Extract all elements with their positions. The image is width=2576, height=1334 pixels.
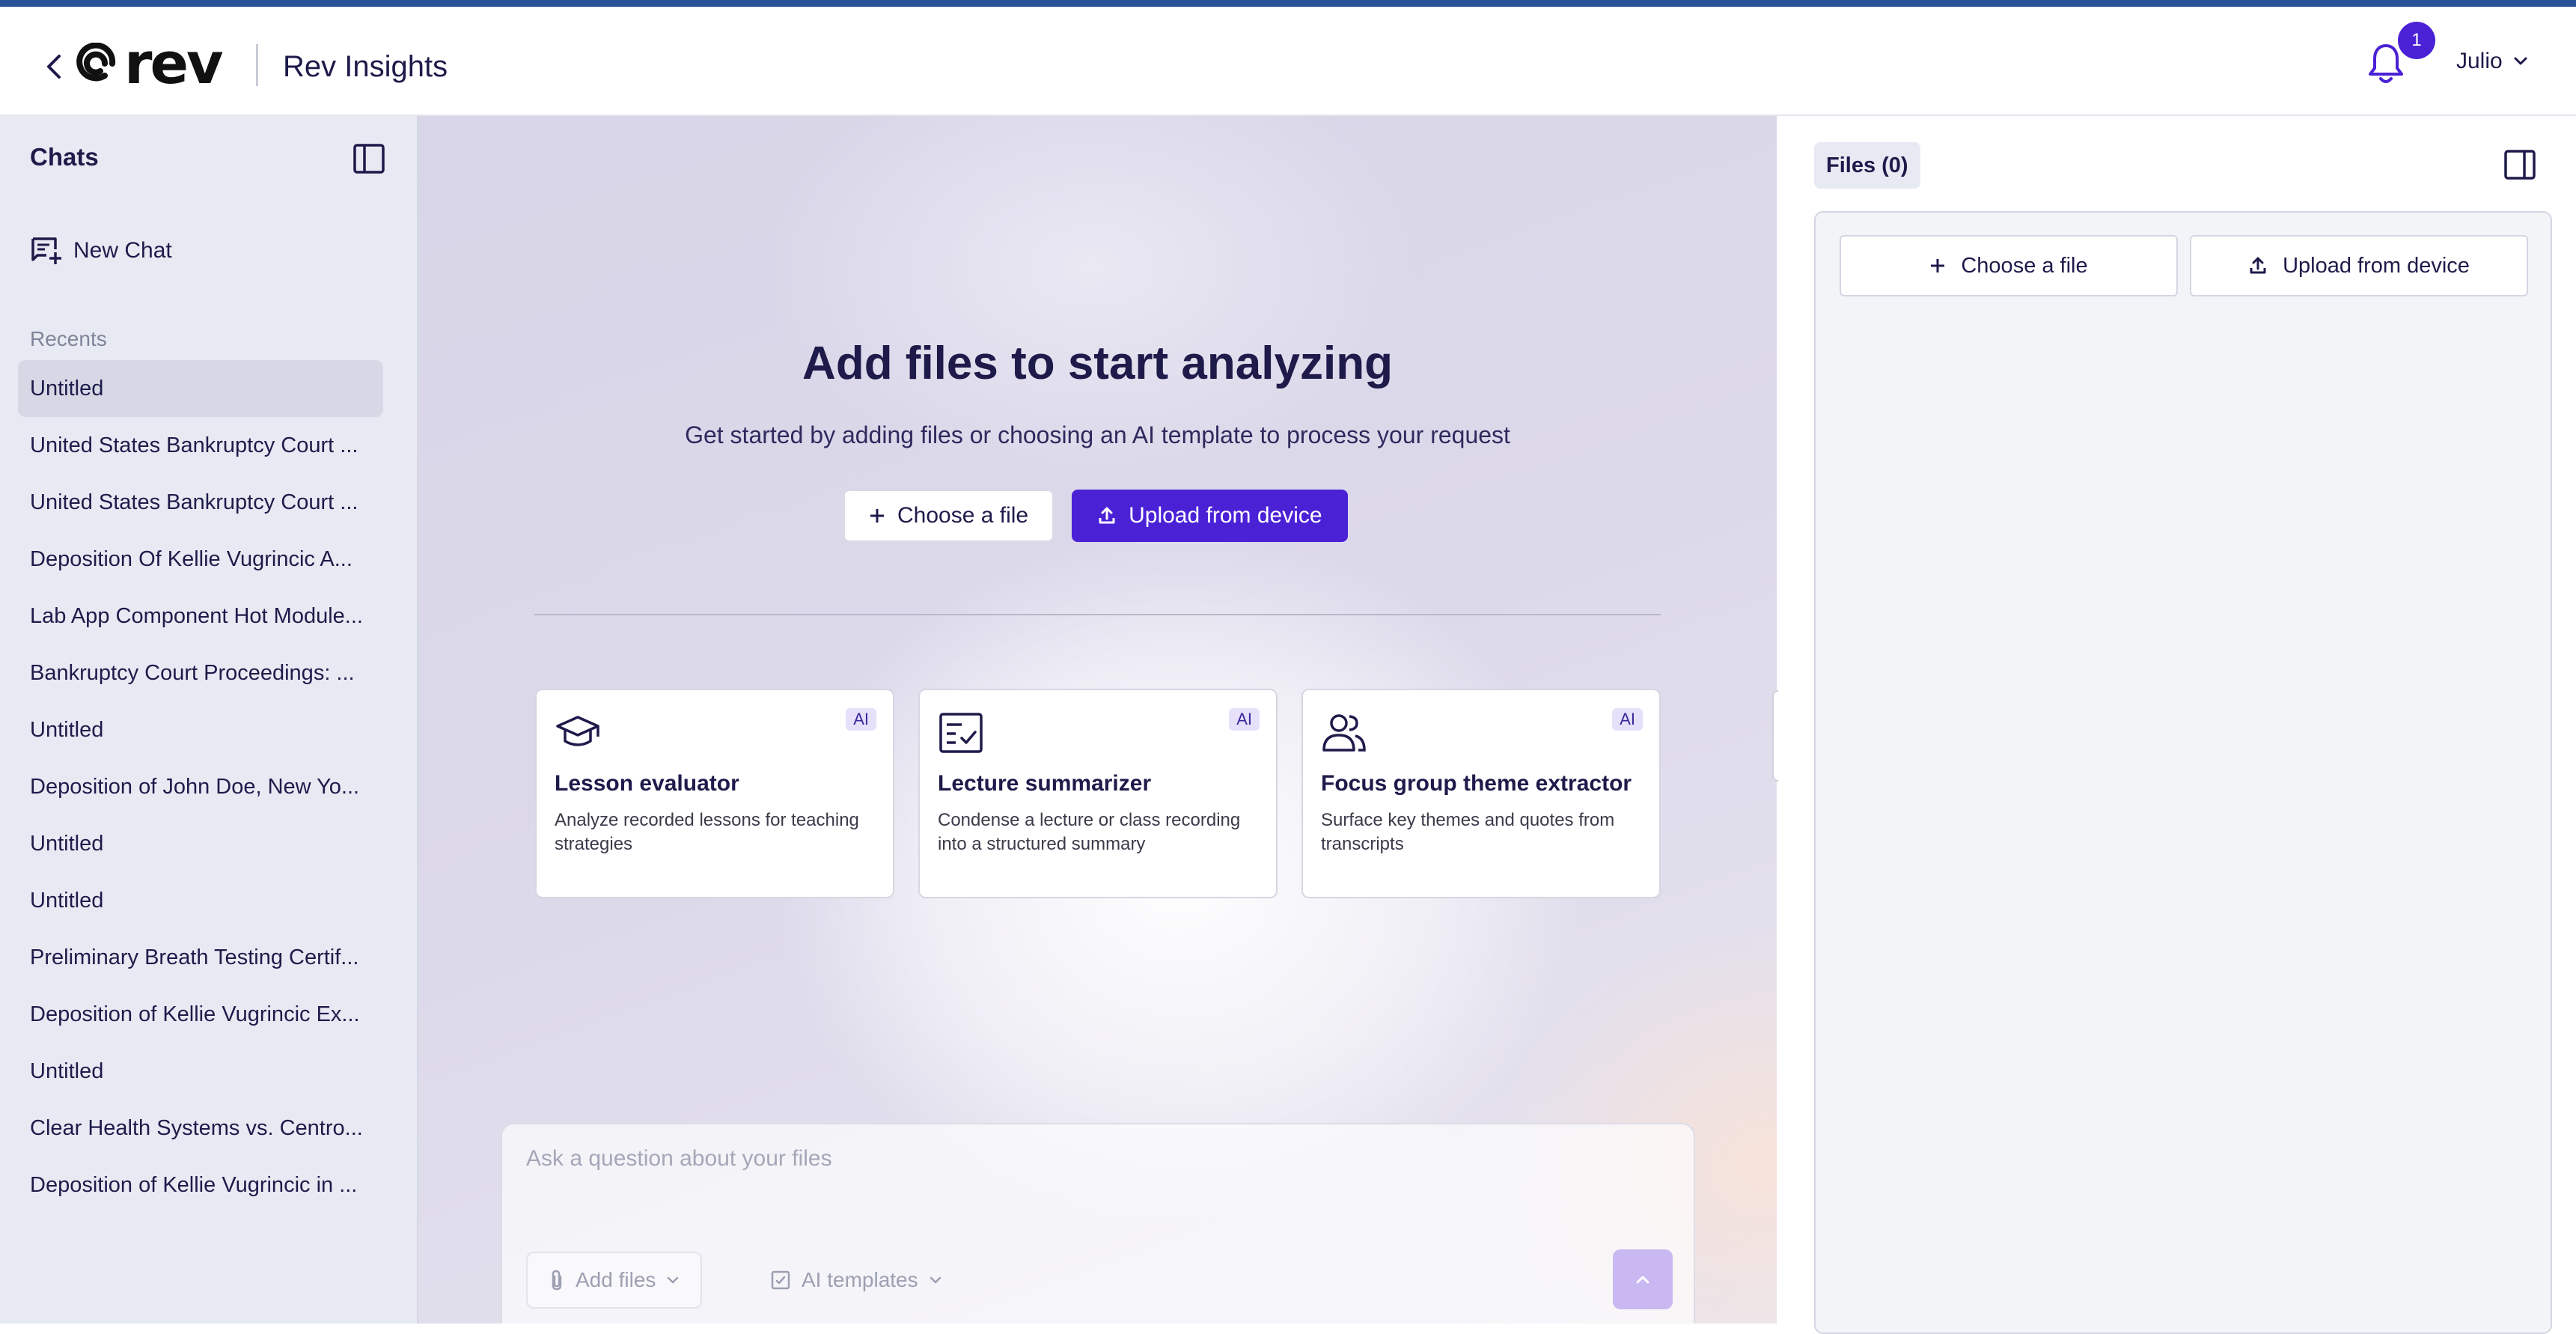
upload-icon xyxy=(2250,257,2266,274)
chevron-down-icon xyxy=(668,1276,679,1284)
send-button[interactable] xyxy=(1613,1249,1673,1309)
chat-composer: Add files AI templates xyxy=(501,1123,1695,1324)
empty-state-actions: Choose a file Upload from device xyxy=(843,490,1348,542)
ai-badge: AI xyxy=(846,708,876,731)
sidebar-left-icon xyxy=(353,144,385,174)
plus-icon xyxy=(1931,259,1945,272)
recent-chat-item[interactable]: Preliminary Breath Testing Certif... xyxy=(18,929,383,986)
template-card-lesson-evaluator[interactable]: AI Lesson evaluator Analyze recorded les… xyxy=(535,689,894,898)
template-card-lecture-summarizer[interactable]: AI Lecture summarizer Condense a lecture… xyxy=(918,689,1278,898)
rev-mark-icon xyxy=(76,43,116,82)
collapse-sidebar-button[interactable] xyxy=(352,141,386,176)
checklist-icon xyxy=(939,713,983,753)
template-description: Analyze recorded lessons for teaching st… xyxy=(555,810,859,854)
app-title: Rev Insights xyxy=(283,50,448,83)
top-accent-bar xyxy=(0,0,2576,7)
sidebar-title: Chats xyxy=(30,143,99,171)
ai-badge: AI xyxy=(1612,708,1643,731)
template-description: Surface key themes and quotes from trans… xyxy=(1321,810,1615,854)
new-chat-button[interactable]: New Chat xyxy=(30,236,172,266)
files-choose-file-button[interactable]: Choose a file xyxy=(1840,235,2178,296)
recent-chat-item[interactable]: Untitled xyxy=(18,701,383,758)
files-choose-file-label: Choose a file xyxy=(1961,253,2088,278)
graduation-cap-icon xyxy=(556,716,599,746)
recent-chat-item[interactable]: Untitled xyxy=(18,360,383,417)
ai-templates-button[interactable]: AI templates xyxy=(749,1252,963,1309)
ai-templates-label: AI templates xyxy=(802,1268,918,1291)
logo-wordmark: rev xyxy=(124,30,224,97)
recent-chat-item[interactable]: Untitled xyxy=(18,872,383,929)
add-files-button[interactable]: Add files xyxy=(526,1252,703,1309)
notification-badge: 1 xyxy=(2398,22,2435,59)
template-title: Focus group theme extractor xyxy=(1321,771,1632,796)
chevron-up-icon xyxy=(1636,1276,1649,1284)
question-input[interactable] xyxy=(525,1145,1650,1172)
choose-file-label: Choose a file xyxy=(897,503,1029,528)
back-button[interactable] xyxy=(39,46,69,88)
files-tab[interactable]: Files (0) xyxy=(1814,142,1920,189)
template-title: Lesson evaluator xyxy=(555,771,739,796)
collapse-files-panel-button[interactable] xyxy=(2503,147,2537,182)
choose-file-button[interactable]: Choose a file xyxy=(843,490,1054,542)
recent-chat-item[interactable]: Bankruptcy Court Proceedings: ... xyxy=(18,645,383,701)
sidebar-right-icon xyxy=(2504,150,2536,180)
template-title: Lecture summarizer xyxy=(938,771,1152,796)
plus-icon xyxy=(870,509,884,523)
template-description: Condense a lecture or class recording in… xyxy=(938,810,1241,854)
recent-chat-item[interactable]: Deposition of John Doe, New Yo... xyxy=(18,758,383,815)
files-actions: Choose a file Upload from device xyxy=(1840,235,2528,296)
upload-icon xyxy=(1099,507,1115,524)
header-divider xyxy=(256,44,258,86)
new-chat-label: New Chat xyxy=(73,238,172,263)
ai-template-cards: AI Lesson evaluator Analyze recorded les… xyxy=(535,689,1661,898)
recent-chats-list: Untitled United States Bankruptcy Court … xyxy=(18,360,383,1213)
recent-chat-item[interactable]: Deposition of Kellie Vugrincic in ... xyxy=(18,1157,383,1213)
upload-from-device-button[interactable]: Upload from device xyxy=(1072,490,1348,542)
main-workspace: Add files to start analyzing Get started… xyxy=(418,116,1777,1324)
files-panel: Files (0) Choose a file Upload from devi… xyxy=(1778,116,2576,1334)
user-menu[interactable]: Julio xyxy=(2456,49,2528,74)
files-dropzone: Choose a file Upload from device xyxy=(1814,211,2552,1334)
new-chat-icon xyxy=(31,237,61,264)
recent-chat-item[interactable]: United States Bankruptcy Court ... xyxy=(18,417,383,474)
recent-chat-item[interactable]: Deposition of Kellie Vugrincic Ex... xyxy=(18,986,383,1043)
chevron-down-icon xyxy=(930,1276,941,1284)
recent-chat-item[interactable]: United States Bankruptcy Court ... xyxy=(18,474,383,531)
users-icon xyxy=(1322,714,1366,752)
empty-state-heading: Add files to start analyzing xyxy=(802,338,1393,389)
app-header: rev Rev Insights 1 Julio xyxy=(0,7,2576,116)
recent-chat-item[interactable]: Deposition Of Kellie Vugrincic A... xyxy=(18,531,383,588)
user-name: Julio xyxy=(2456,49,2503,73)
recent-chat-item[interactable]: Untitled xyxy=(18,1043,383,1100)
rev-logo[interactable]: rev xyxy=(75,30,224,97)
notifications-button[interactable]: 1 xyxy=(2366,22,2435,92)
files-upload-label: Upload from device xyxy=(2283,253,2470,278)
template-card-focus-group-theme-extractor[interactable]: AI Focus group theme extractor Surface k… xyxy=(1301,689,1661,898)
recent-chat-item[interactable]: Lab App Component Hot Module... xyxy=(18,588,383,645)
section-divider xyxy=(534,614,1661,615)
upload-label: Upload from device xyxy=(1129,503,1322,528)
files-upload-button[interactable]: Upload from device xyxy=(2190,235,2528,296)
ai-badge: AI xyxy=(1229,708,1260,731)
empty-state-subheading: Get started by adding files or choosing … xyxy=(685,421,1510,448)
recents-heading: Recents xyxy=(30,327,107,350)
add-files-label: Add files xyxy=(576,1268,656,1291)
chats-sidebar: Chats New Chat Recents Untitled United S… xyxy=(0,116,418,1324)
template-icon xyxy=(771,1270,790,1290)
paperclip-icon xyxy=(552,1270,562,1291)
chevron-left-icon xyxy=(47,55,61,79)
recent-chat-item[interactable]: Untitled xyxy=(18,815,383,872)
chevron-down-icon xyxy=(2514,57,2527,65)
recent-chat-item[interactable]: Clear Health Systems vs. Centro... xyxy=(18,1100,383,1157)
